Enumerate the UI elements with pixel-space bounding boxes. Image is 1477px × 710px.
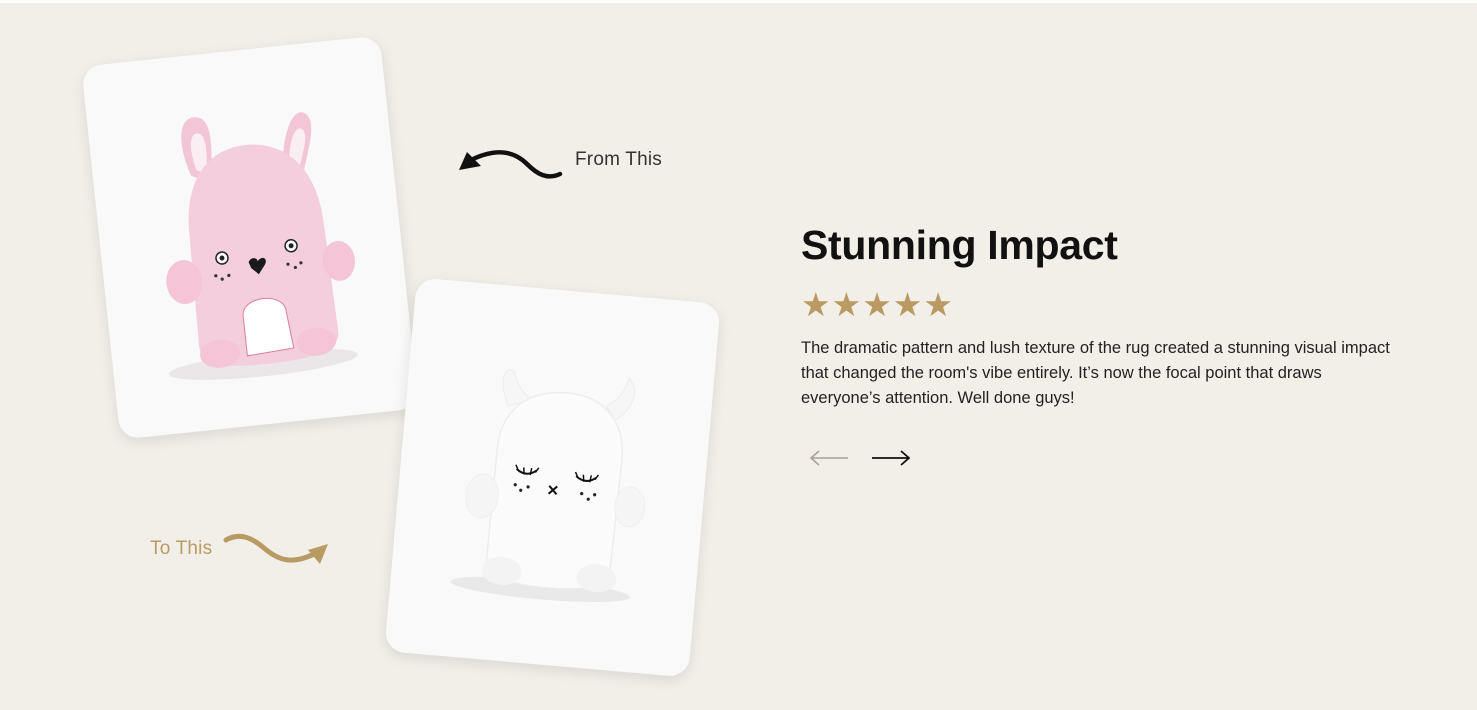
testimonial-quote: The dramatic pattern and lush texture of… (801, 339, 1390, 407)
carousel-nav (807, 445, 1401, 471)
arrow-left-icon (809, 450, 848, 466)
to-this-annotation: To This (150, 528, 332, 570)
from-this-annotation: From This (455, 140, 662, 180)
star-icon: ★ (892, 286, 923, 323)
next-button[interactable] (869, 445, 913, 471)
previous-button[interactable] (807, 445, 851, 471)
star-icon: ★ (862, 286, 892, 323)
arrow-right-icon (872, 450, 911, 466)
white-monster-image (450, 369, 646, 603)
from-this-label: From This (575, 149, 662, 170)
testimonial-title: Stunning Impact (801, 222, 1118, 268)
to-this-label: To This (150, 538, 213, 559)
pink-bunny-image (166, 112, 358, 380)
star-icon: ★ (923, 286, 953, 323)
after-image-card (384, 277, 721, 678)
before-image-card (81, 35, 419, 440)
testimonial-panel: Stunning Impact ★ ★ ★ ★ ★ The dramatic p… (801, 222, 1401, 471)
star-icon: ★ (801, 286, 831, 323)
top-divider (0, 0, 1477, 3)
star-rating: ★ ★ ★ ★ ★ (801, 286, 1401, 323)
curvy-arrow-right-icon (223, 533, 329, 564)
star-icon: ★ (831, 286, 862, 323)
curvy-arrow-left-icon (459, 150, 563, 179)
